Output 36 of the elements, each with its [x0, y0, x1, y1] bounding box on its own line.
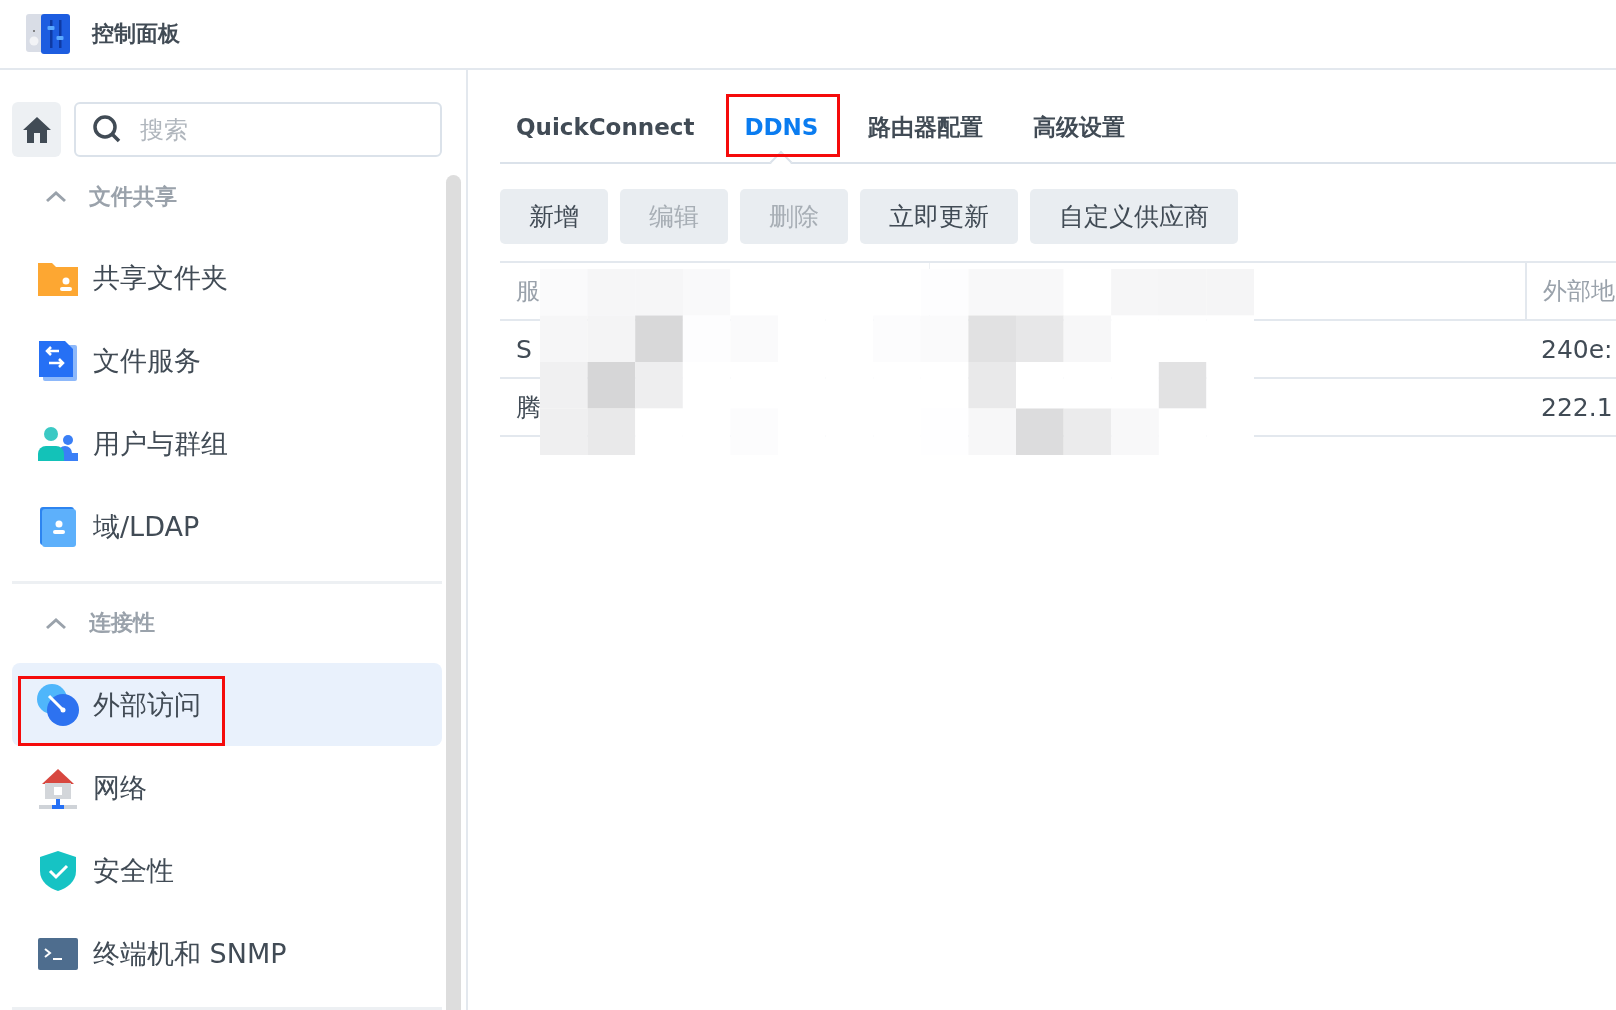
table-cell-text: 240e: [1540, 334, 1614, 364]
toolbar-button[interactable]: 立即更新 [860, 189, 1018, 244]
house-network-icon [39, 766, 77, 809]
toolbar-button[interactable]: 自定义供应商 [1030, 189, 1238, 244]
file-transfer-icon [39, 341, 77, 382]
table-cell-text: 腾 [515, 391, 542, 424]
contact-card-icon [40, 507, 76, 548]
window-title: 控制面板 [92, 20, 180, 48]
tab[interactable]: 路由器配置 [852, 93, 1000, 161]
shield-check-icon [40, 850, 76, 891]
section-title: 连接性 [89, 609, 155, 638]
sidebar-item[interactable]: 网络 [12, 746, 442, 830]
search-icon [92, 114, 122, 144]
toolbar-button[interactable]: 新增 [500, 189, 608, 244]
sidebar-item[interactable]: 域/LDAP [12, 485, 442, 569]
folder-icon [38, 260, 78, 297]
table-cell-text: S [515, 334, 533, 364]
sidebar-item[interactable]: 终端机和 SNMP [12, 912, 442, 996]
gauge-icon [37, 683, 79, 726]
sidebar-item[interactable]: 外部访问 [12, 663, 442, 747]
scrollbar[interactable] [446, 175, 461, 1010]
table-cell-text: 222.1 [1540, 392, 1614, 422]
tab[interactable]: 高级设置 [1017, 93, 1142, 161]
users-icon [38, 427, 78, 462]
terminal-icon [38, 937, 78, 970]
home-icon [21, 115, 52, 144]
sidebar-item[interactable]: 安全性 [12, 829, 442, 913]
home-button[interactable] [12, 102, 61, 157]
tab[interactable]: QuickConnect [500, 93, 711, 161]
section-title: 文件共享 [89, 182, 177, 211]
sidebar-item[interactable]: 用户与群组 [12, 402, 442, 486]
sidebar-item[interactable]: 文件服务 [12, 319, 442, 403]
control-panel-icon [26, 14, 70, 54]
tab[interactable]: DDNS [728, 93, 835, 161]
sidebar-item[interactable]: 共享文件夹 [12, 236, 442, 320]
search-field[interactable]: 搜索 [74, 102, 442, 157]
